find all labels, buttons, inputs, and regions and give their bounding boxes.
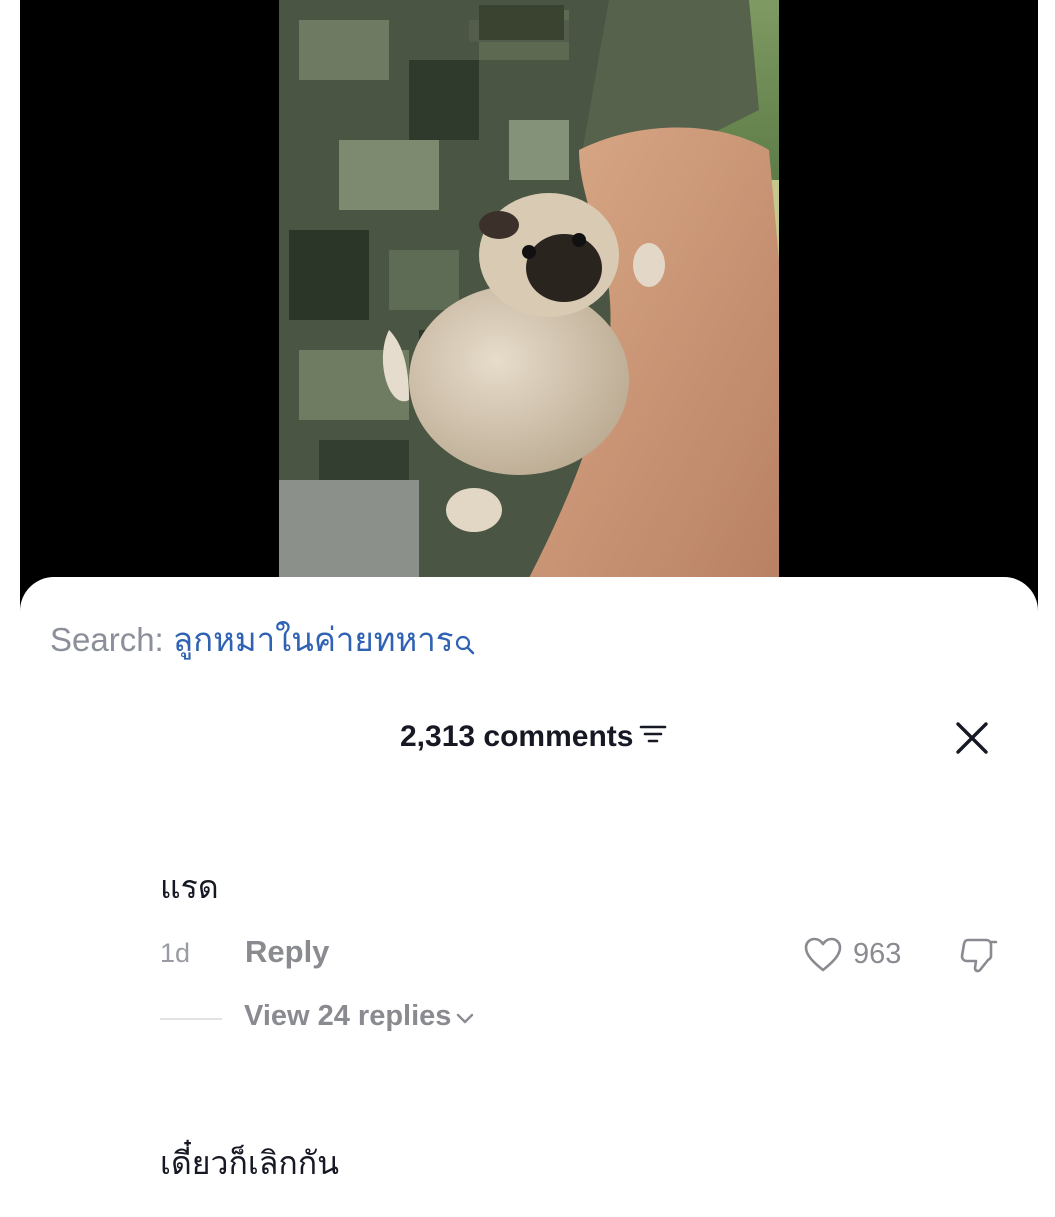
search-query-link[interactable]: ลูกหมาในค่ายทหาร [173, 621, 454, 658]
comment-meta-row: 1d Reply 963 [160, 934, 1010, 978]
comments-count: 2,313 comments [400, 720, 634, 753]
video-player[interactable] [279, 0, 779, 578]
comment-text: แรด [160, 869, 219, 905]
replies-divider [160, 1018, 222, 1020]
view-replies-label: View 24 replies [244, 1000, 452, 1032]
dislike-icon[interactable] [958, 934, 1000, 981]
close-icon[interactable] [952, 718, 992, 758]
video-area [0, 0, 1055, 640]
comment-text: เดี๋ยวก็เลิกกัน [160, 1145, 339, 1181]
chevron-down-icon [455, 1000, 475, 1033]
sort-filter-icon[interactable] [639, 715, 667, 757]
comment-item: เดี๋ยวก็เลิกกัน [160, 1142, 339, 1184]
comment-timestamp: 1d [160, 938, 191, 968]
heart-icon[interactable] [803, 936, 843, 979]
search-label: Search: [50, 621, 164, 658]
search-icon [455, 622, 475, 666]
like-count: 963 [853, 938, 902, 970]
search-suggestion[interactable]: Search: ลูกหมาในค่ายทหาร [50, 618, 475, 666]
comments-count-header[interactable]: 2,313 comments [400, 716, 667, 758]
video-thumbnail-image [279, 0, 779, 578]
reply-button[interactable]: Reply [245, 934, 329, 970]
view-replies-button[interactable]: View 24 replies [244, 1000, 475, 1033]
comment-item: แรด [160, 866, 219, 908]
